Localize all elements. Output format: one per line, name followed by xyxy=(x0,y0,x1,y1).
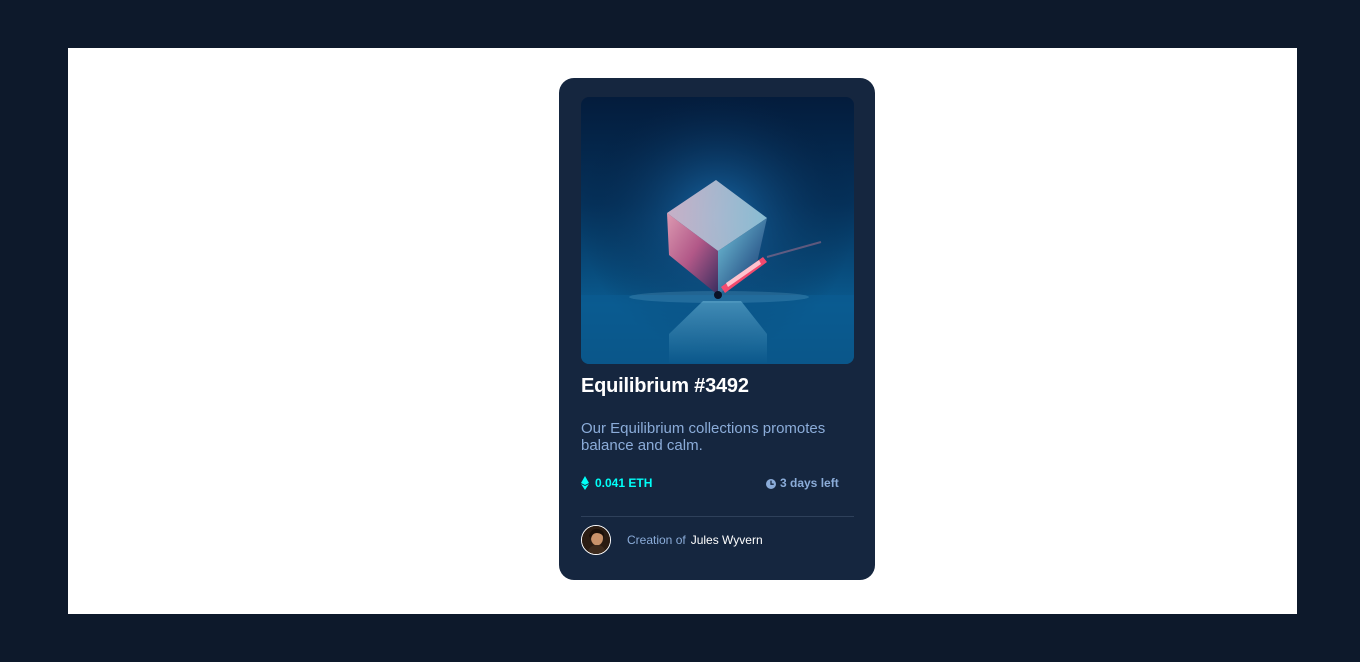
ethereum-icon xyxy=(581,476,589,490)
time-left-value: 3 days left xyxy=(780,476,839,490)
nft-title[interactable]: Equilibrium #3492 xyxy=(581,375,749,398)
time-left-info: 3 days left xyxy=(766,476,839,490)
equilibrium-cube-image xyxy=(581,97,854,364)
nft-card: Equilibrium #3492 Our Equilibrium collec… xyxy=(559,78,875,580)
nft-image[interactable] xyxy=(581,97,854,364)
page-viewport: Equilibrium #3492 Our Equilibrium collec… xyxy=(68,48,1297,614)
creator-name-link[interactable]: Jules Wyvern xyxy=(691,533,763,547)
price-info: 0.041 ETH xyxy=(581,476,652,490)
avatar xyxy=(581,525,611,555)
creator-prefix: Creation of xyxy=(627,533,686,547)
creator-info: Creation of Jules Wyvern xyxy=(581,524,763,556)
card-divider xyxy=(581,516,854,517)
price-value: 0.041 ETH xyxy=(595,476,653,490)
clock-icon xyxy=(766,478,776,489)
nft-description: Our Equilibrium collections promotes bal… xyxy=(581,420,826,454)
